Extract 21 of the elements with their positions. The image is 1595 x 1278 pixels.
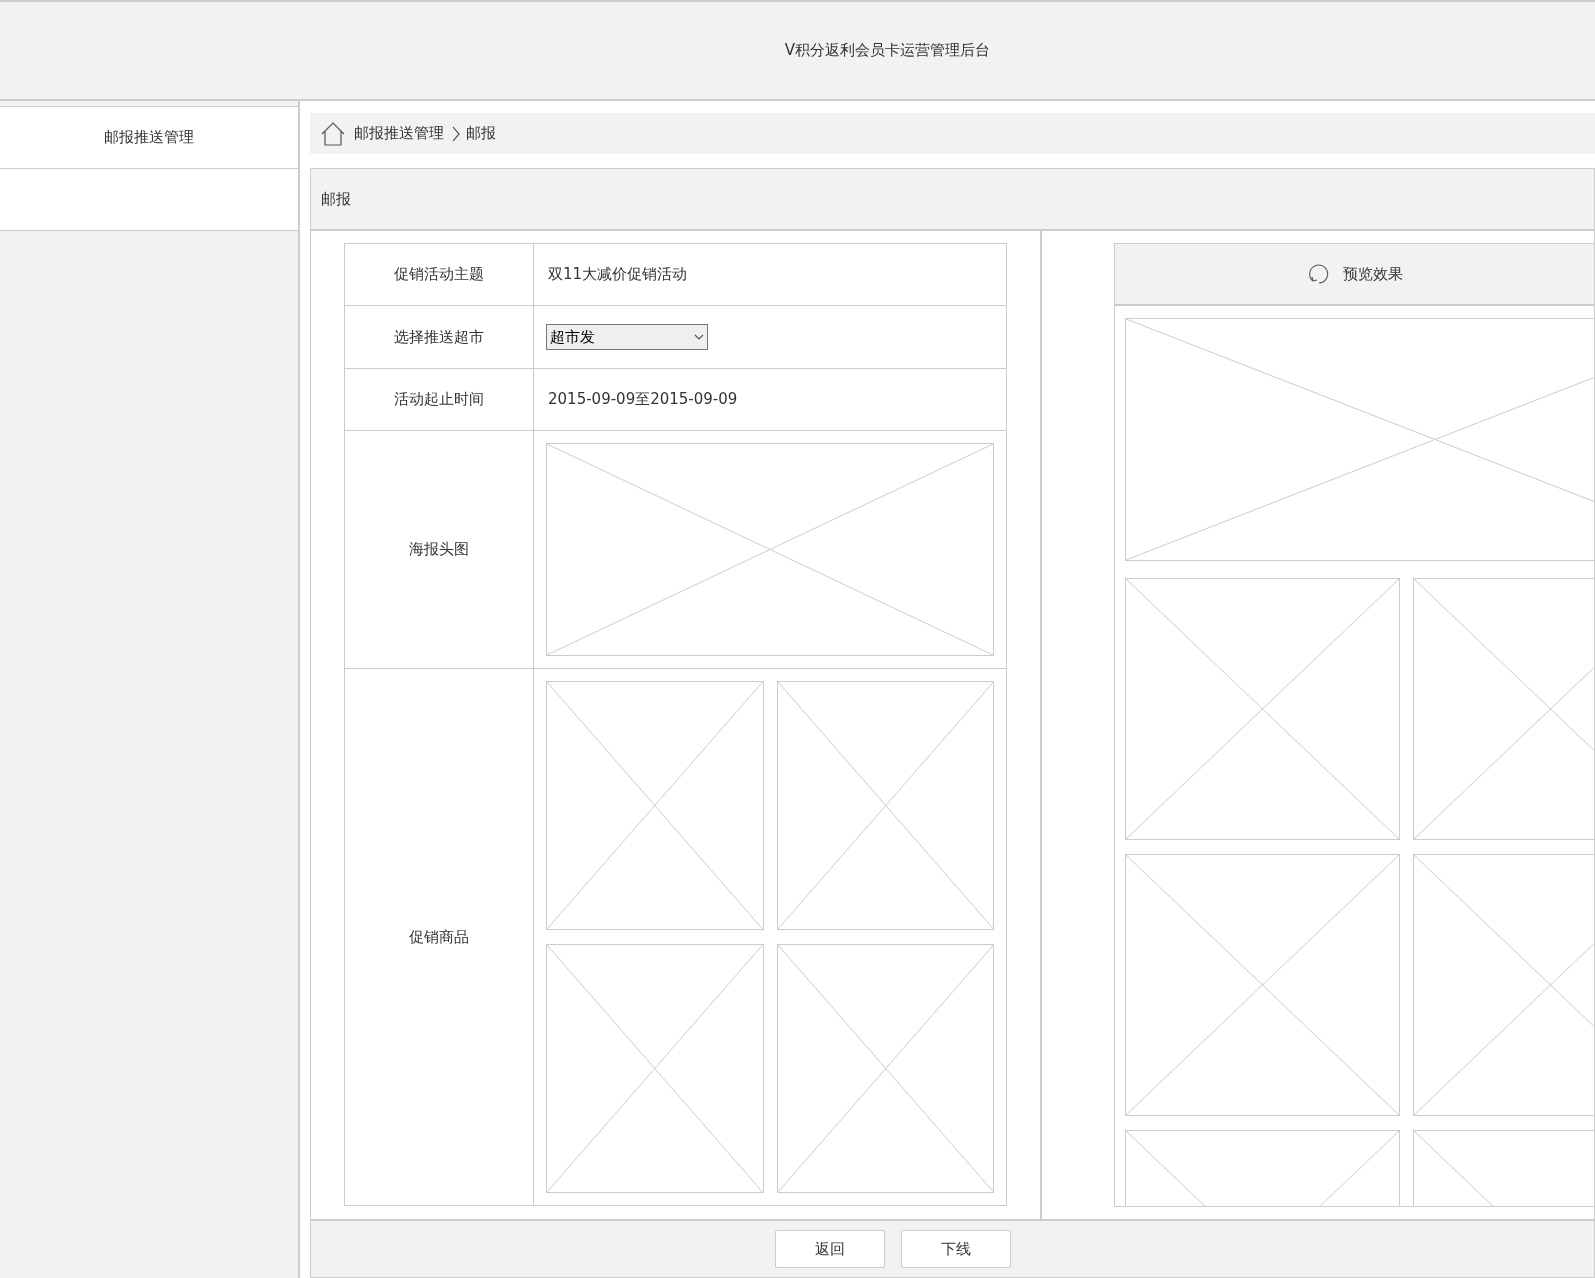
home-icon[interactable] [320, 120, 346, 147]
action-button[interactable]: 下线 [900, 1230, 1011, 1268]
field-label: 活动起止时间 [394, 389, 484, 411]
refresh-icon [1306, 262, 1331, 286]
chevron-down-icon [694, 334, 704, 340]
panel-title: 邮报 [321, 188, 351, 210]
sidebar-item[interactable]: 邮报推送管理 [0, 106, 298, 169]
app-title: V积分返利会员卡运营管理后台 [784, 40, 991, 62]
field-value: 2015-09-09至2015-09-09 [547, 389, 739, 411]
action-button[interactable]: 返回 [774, 1230, 885, 1268]
chevron-right-icon [452, 125, 460, 142]
preview-title: 预览效果 [1342, 263, 1403, 285]
field-label: 海报头图 [409, 539, 469, 561]
market-select[interactable]: 超市发 [546, 324, 708, 350]
field-label: 选择推送超市 [394, 326, 484, 348]
breadcrumb-link[interactable]: 邮报 [466, 122, 496, 145]
field-value: 双11大减价促销活动 [547, 264, 689, 286]
field-label: 促销活动主题 [394, 264, 484, 286]
breadcrumb-link[interactable]: 邮报推送管理 [354, 122, 444, 145]
preview-header[interactable]: 预览效果 [1115, 244, 1594, 306]
field-label: 促销商品 [409, 926, 469, 948]
